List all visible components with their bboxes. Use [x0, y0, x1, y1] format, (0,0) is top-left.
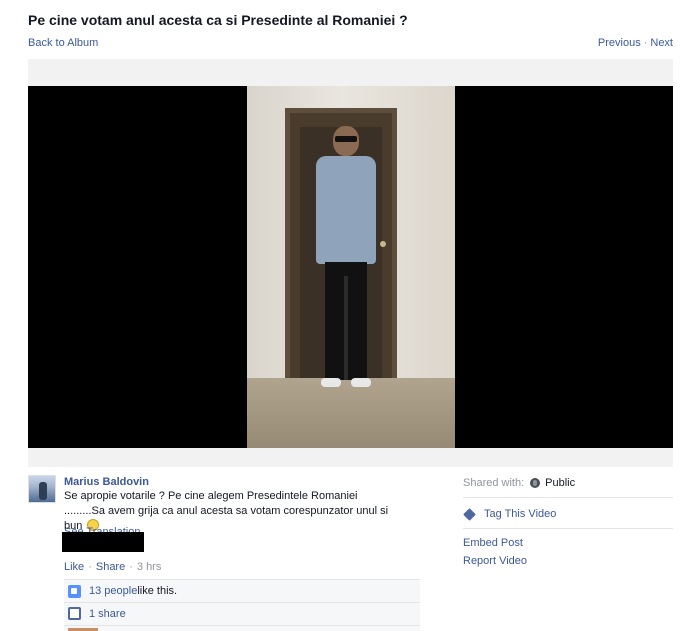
- shares-row: 1 share: [64, 602, 420, 624]
- back-to-album-link[interactable]: Back to Album: [28, 37, 98, 49]
- report-video-link[interactable]: Report Video: [463, 555, 527, 567]
- photo-sidebar: Shared with: Public Tag This Video Embed…: [463, 476, 673, 567]
- likes-row: 13 people like this.: [64, 580, 420, 602]
- divider: [463, 497, 673, 498]
- like-link[interactable]: Like: [64, 561, 84, 573]
- pager-separator: ·: [643, 37, 648, 49]
- shared-with-label: Shared with:: [463, 477, 525, 489]
- pager: Previous · Next: [598, 37, 673, 49]
- author-avatar[interactable]: [28, 475, 56, 503]
- post-timestamp[interactable]: 3 hrs: [137, 561, 161, 573]
- likers-link[interactable]: 13 people: [89, 585, 137, 597]
- video-frame: [247, 86, 455, 448]
- person-figure: [311, 126, 381, 401]
- like-thumb-icon: [68, 584, 81, 598]
- globe-icon: [530, 478, 541, 488]
- post-actions: Like · Share · 3 hrs: [64, 561, 161, 573]
- previous-link[interactable]: Previous: [598, 37, 641, 49]
- shared-with: Shared with: Public: [463, 476, 673, 490]
- likes-suffix: like this.: [137, 585, 178, 597]
- author-name-link[interactable]: Marius Baldovin: [64, 476, 149, 488]
- embed-post-link[interactable]: Embed Post: [463, 537, 523, 549]
- tag-video-row: Tag This Video: [463, 507, 556, 521]
- video-player[interactable]: [28, 86, 673, 448]
- redaction-box: [62, 532, 144, 552]
- comments-row: [64, 625, 420, 631]
- page-title: Pe cine votam anul acesta ca si Presedin…: [28, 12, 408, 28]
- share-link[interactable]: Share: [96, 561, 125, 573]
- shares-link[interactable]: 1 share: [89, 608, 126, 620]
- share-icon: [68, 607, 81, 620]
- actions-separator: ·: [129, 561, 133, 573]
- feedback-box: 13 people like this. 1 share: [64, 579, 420, 631]
- tag-video-link[interactable]: Tag This Video: [484, 508, 556, 520]
- next-link[interactable]: Next: [650, 37, 673, 49]
- tag-icon: [463, 507, 476, 521]
- audience-selector[interactable]: Public: [545, 477, 575, 489]
- divider: [463, 528, 673, 529]
- actions-separator: ·: [88, 561, 92, 573]
